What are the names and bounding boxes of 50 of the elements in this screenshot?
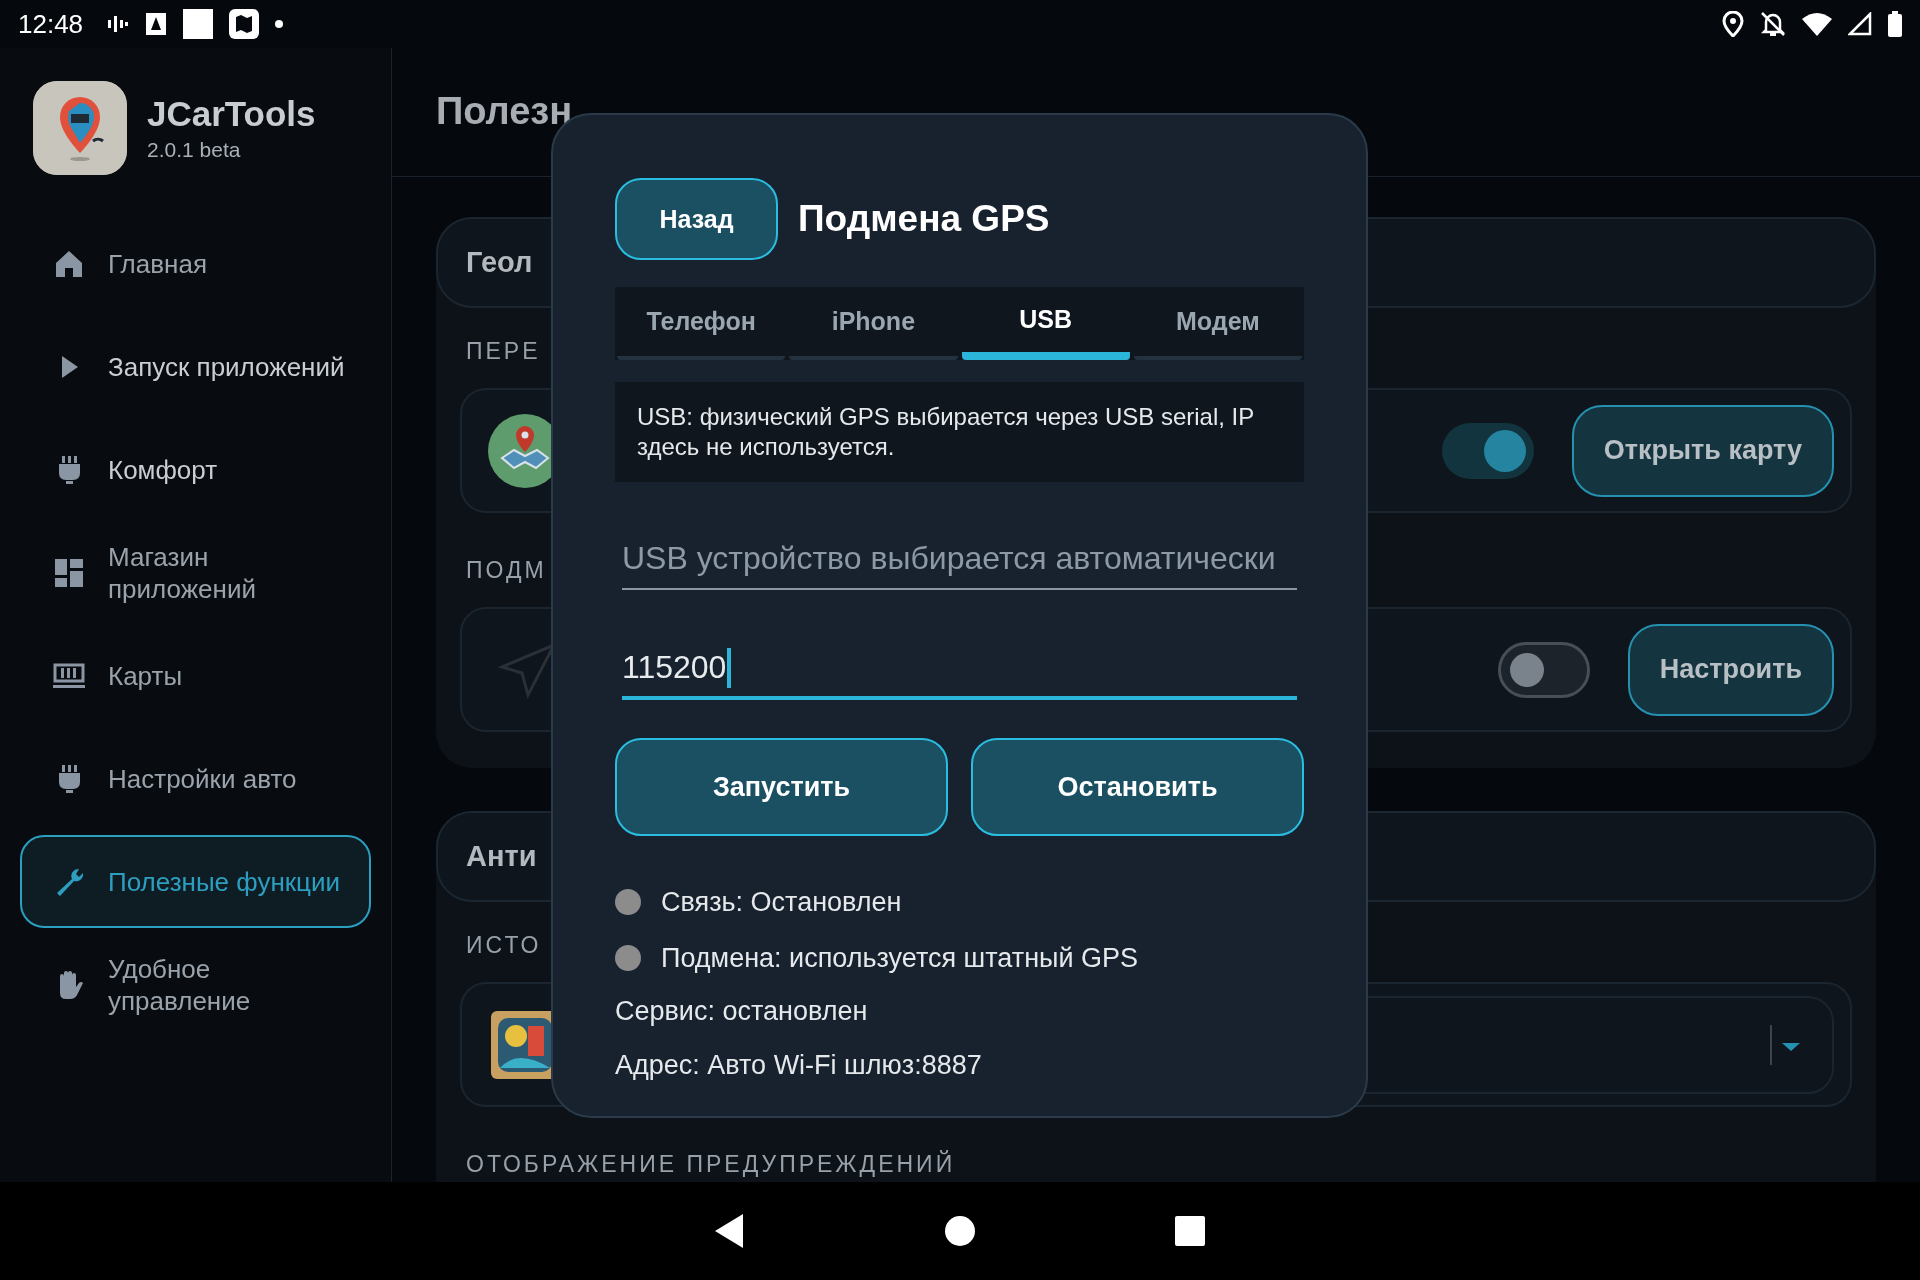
status-line: Сервис: остановлен — [615, 996, 869, 1028]
section-title: Геол — [466, 246, 533, 279]
status-line: Адрес: Авто Wi-Fi шлюз:8887 — [615, 1050, 983, 1082]
status-text: Подмена: используется штатный GPS — [661, 942, 1139, 974]
app-notification-icon — [145, 12, 168, 36]
nav-item[interactable]: Полезные функции — [20, 835, 371, 928]
back-icon[interactable] — [715, 1214, 745, 1248]
wifi-icon — [1802, 12, 1832, 36]
page-title: Полезн — [436, 89, 573, 133]
dot-icon — [275, 20, 284, 28]
group-label: ОТОБРАЖЕНИЕ ПРЕДУПРЕЖДЕНИЙ — [466, 1151, 956, 1178]
group-label: ПОДМ — [466, 557, 547, 584]
status-text: Связь: Остановлен — [661, 886, 902, 918]
map-app-icon — [229, 9, 260, 39]
nav-item[interactable]: Настройки авто — [20, 727, 371, 830]
nav-item[interactable]: Главная — [20, 212, 371, 315]
section-title: Анти — [466, 840, 537, 873]
input-field[interactable]: 115200 — [622, 639, 1297, 700]
tab[interactable]: Модем — [1133, 287, 1302, 360]
tab[interactable]: Телефон — [617, 287, 786, 360]
clock-time: 12:48 — [18, 8, 84, 40]
nav-item[interactable]: Удобное управление — [20, 933, 371, 1036]
nav-item[interactable]: Карты — [20, 624, 371, 727]
action-button[interactable]: Открыть карту — [1571, 404, 1834, 497]
dialog-button[interactable]: Запустить — [615, 738, 948, 836]
nav-item[interactable]: Запуск приложений — [20, 315, 371, 418]
group-label: ПЕРЕ — [466, 338, 541, 365]
app-name: JCarTools — [147, 93, 316, 134]
square-icon — [183, 9, 214, 39]
action-button[interactable]: Настроить — [1627, 623, 1834, 716]
bell-off-icon — [1760, 11, 1786, 37]
group-label: ИСТО — [466, 932, 542, 959]
back-button[interactable]: Назад — [615, 178, 778, 260]
battery-icon — [1888, 11, 1902, 37]
home-icon[interactable] — [945, 1216, 975, 1246]
tab[interactable]: iPhone — [789, 287, 958, 360]
nav-item[interactable]: Магазин приложений — [20, 521, 371, 624]
app-version: 2.0.1 beta — [147, 137, 242, 162]
status-dot — [615, 889, 641, 915]
input-field[interactable]: USB устройство выбирается автоматически — [622, 529, 1297, 590]
info-text: USB: физический GPS выбирается через USB serial, IP здесь не используется. — [615, 382, 1304, 482]
cell-signal-icon — [1848, 12, 1872, 36]
tab[interactable]: USB — [961, 287, 1130, 360]
location-icon — [1722, 11, 1744, 37]
audio-bars-icon — [107, 13, 130, 35]
dialog-button[interactable]: Остановить — [971, 738, 1304, 836]
dialog-title: Подмена GPS — [798, 198, 1050, 240]
status-dot — [615, 945, 641, 971]
app-logo-icon — [33, 80, 127, 175]
nav-item[interactable]: Комфорт — [20, 418, 371, 521]
